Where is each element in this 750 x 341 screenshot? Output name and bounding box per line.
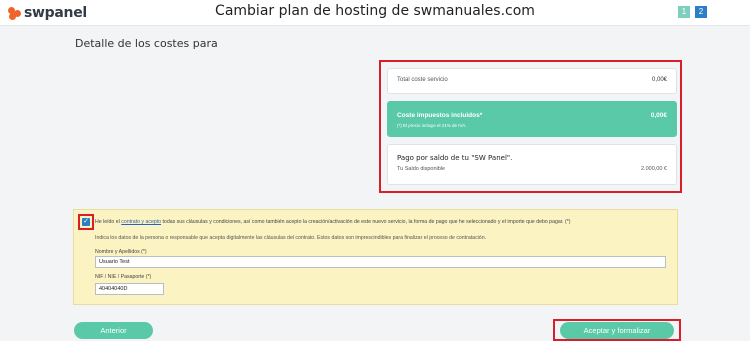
- step-indicator: 1 2: [678, 6, 707, 18]
- tax-cost-card: Coste impuestos incluidos* (*) El precio…: [387, 101, 677, 137]
- tax-cost-label: Coste impuestos incluidos*: [397, 112, 483, 119]
- checkmark-icon: ✓: [83, 218, 89, 225]
- contract-acceptance-text: He leído el contrato y acepto todas sus …: [95, 219, 571, 225]
- step-2[interactable]: 2: [695, 6, 707, 18]
- balance-label: Tu Saldo disponible: [397, 166, 446, 172]
- section-heading: Detalle de los costes para: [75, 37, 218, 50]
- name-label: Nombre y Apellidos (*): [95, 249, 147, 255]
- name-input[interactable]: [95, 256, 666, 268]
- step-1[interactable]: 1: [678, 6, 690, 18]
- accept-button[interactable]: Aceptar y formalizar: [560, 322, 674, 339]
- balance-value: 2.000,00 €: [641, 166, 667, 172]
- total-cost-label: Total coste servicio: [397, 77, 448, 83]
- total-cost-value: 0,00€: [651, 77, 667, 83]
- nif-input[interactable]: [95, 283, 164, 295]
- contract-text-start: He leído el: [95, 219, 122, 225]
- page-title: Cambiar plan de hosting de swmanuales.co…: [215, 3, 535, 19]
- payment-method-label: Pago por saldo de tu "SW Panel".: [397, 154, 513, 162]
- accept-contract-checkbox[interactable]: ✓: [82, 218, 90, 226]
- contract-link[interactable]: contrato y acepto: [121, 219, 161, 225]
- nif-label: NIF / NIE / Pasaporte (*): [95, 274, 152, 280]
- back-button[interactable]: Anterior: [74, 322, 153, 339]
- contract-text-end: todas sus cláusulas y condiciones, así c…: [161, 219, 571, 225]
- top-bar: swpanel Cambiar plan de hosting de swman…: [0, 0, 750, 26]
- total-cost-card: Total coste servicio 0,00€: [387, 68, 677, 94]
- contract-info-text: Indica los datos de la persona o respons…: [95, 235, 487, 241]
- tax-cost-value: 0,00€: [650, 112, 667, 119]
- tax-note: (*) El precio incluye el 21% de IVA.: [397, 123, 467, 128]
- payment-card: Pago por saldo de tu "SW Panel". Tu Sald…: [387, 144, 677, 185]
